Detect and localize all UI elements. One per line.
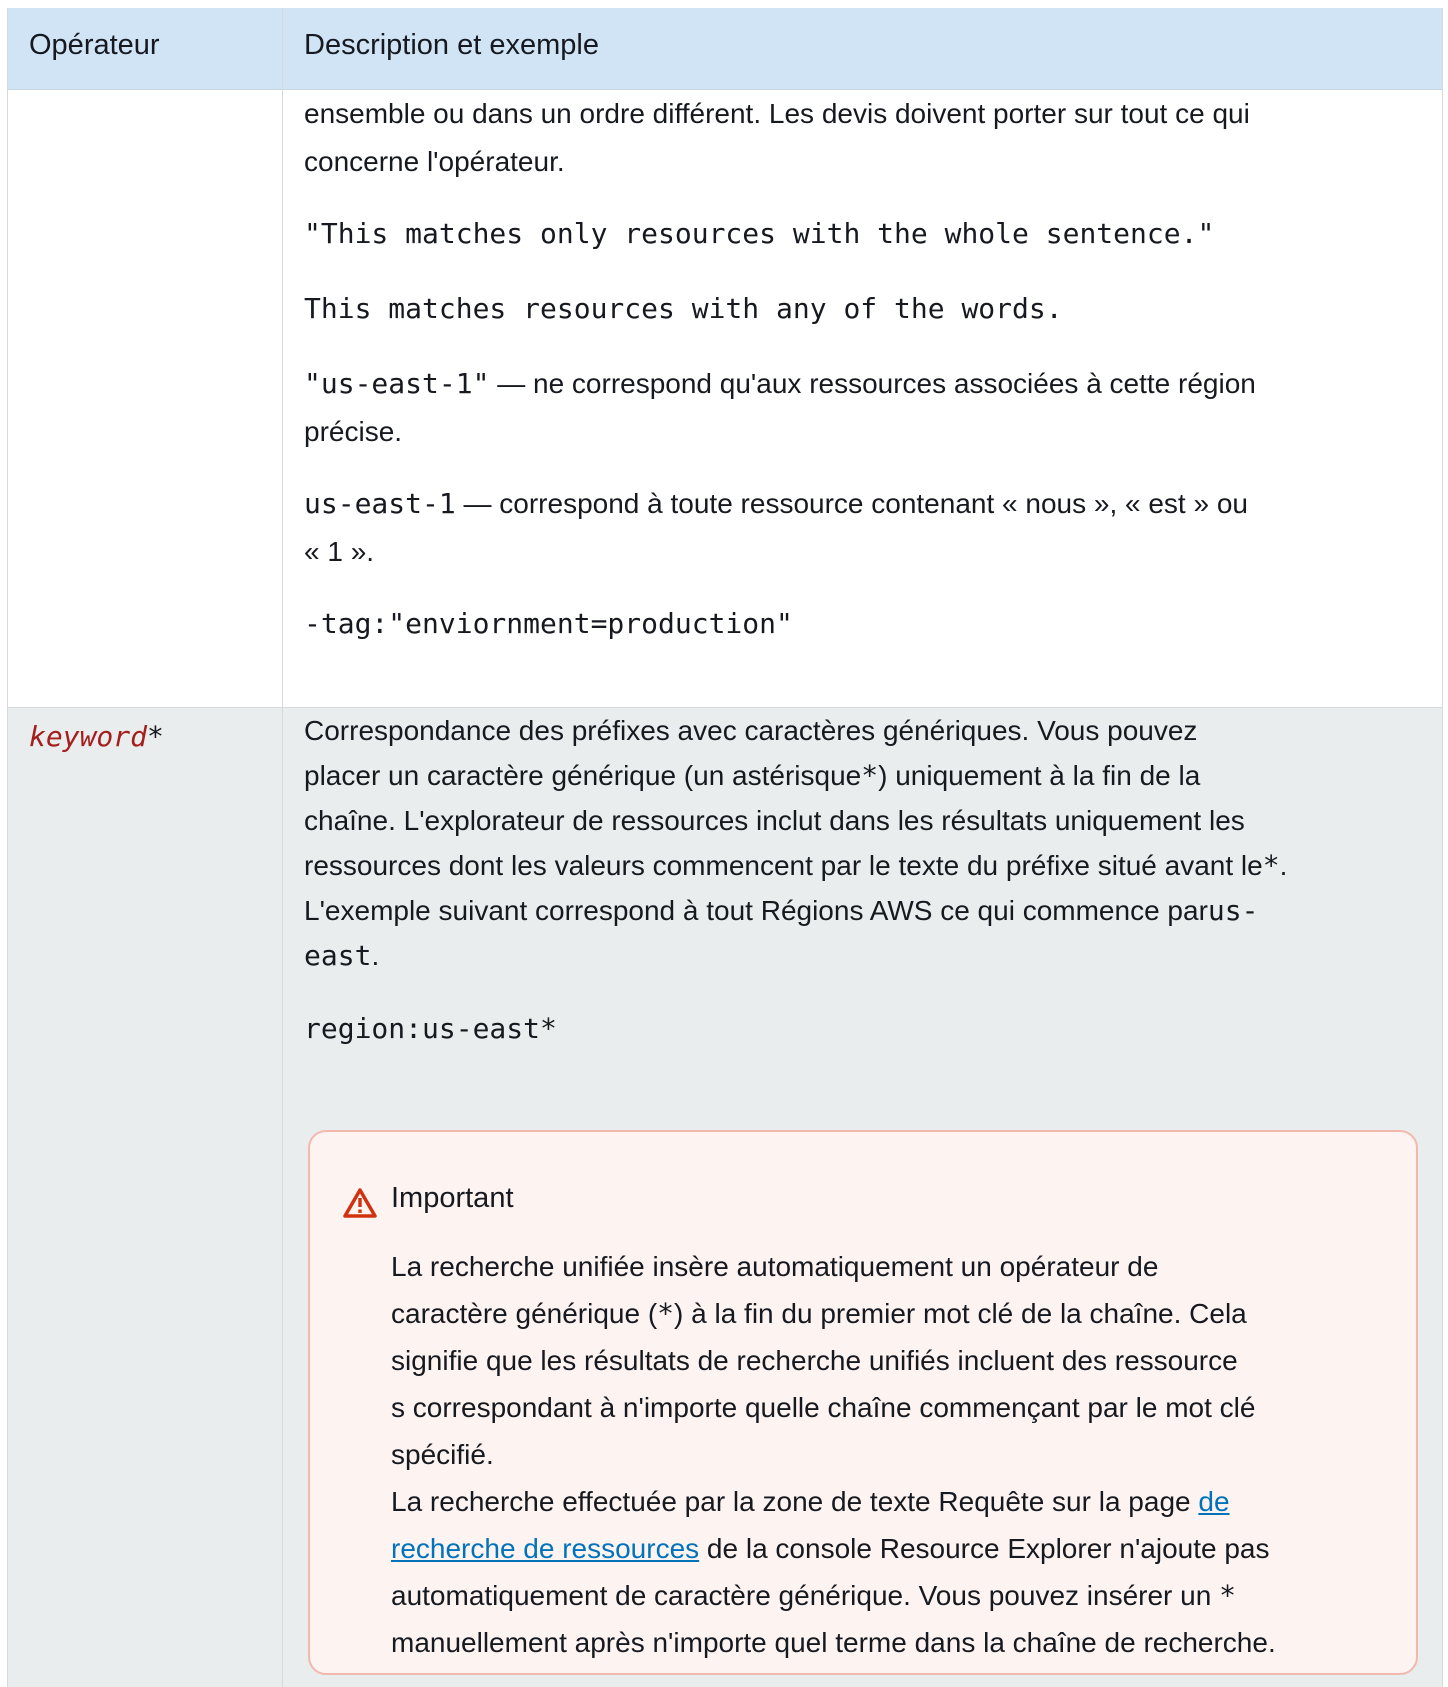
alert-text: spécifié. (391, 1439, 494, 1470)
resource-search-link[interactable]: de (1198, 1486, 1229, 1517)
inline-code: * (657, 1297, 675, 1330)
resource-search-link[interactable]: recherche de ressources (391, 1533, 699, 1564)
desc-text: ressources dont les valeurs commencent p… (304, 850, 1263, 881)
inline-code: us- (1207, 894, 1259, 927)
desc-text: concerne l'opérateur. (304, 146, 565, 177)
alert-text: de la console Resource Explorer n'ajoute… (699, 1533, 1270, 1564)
desc-text: — correspond à toute ressource contenant… (455, 488, 1248, 519)
alert-text: caractère générique ( (391, 1298, 658, 1329)
desc-text: Correspondance des préfixes avec caractè… (304, 715, 1198, 746)
alert-text: La recherche effectuée par la zone de te… (391, 1486, 1199, 1517)
keyword-text: keyword (29, 720, 148, 753)
alert-title: Important (391, 1182, 514, 1214)
example-code: This matches resources with any of the w… (304, 292, 1063, 325)
desc-text: « 1 ». (304, 536, 375, 567)
alert-text: signifie que les résultats de recherche … (391, 1345, 1238, 1376)
desc-text: ensemble ou dans un ordre différent. Les… (304, 98, 1250, 129)
alert-text: automatiquement de caractère générique. … (391, 1580, 1220, 1611)
table-header: Opérateur Description et exemple (8, 8, 1442, 90)
table-row-wildcard: keyword* Correspondance des préfixes ave… (8, 708, 1442, 1687)
inline-code: "us-east-1" (304, 367, 490, 400)
alert-text: s correspondant à n'importe quelle chaîn… (391, 1392, 1256, 1423)
inline-code: * (1219, 1579, 1236, 1612)
operators-table: Opérateur Description et exemple ensembl… (7, 8, 1443, 1687)
table-row-quotes: ensemble ou dans un ordre différent. Les… (8, 90, 1442, 708)
desc-text: L'exemple suivant correspond à tout Régi… (304, 895, 1208, 926)
desc-text: — ne correspond qu'aux ressources associ… (489, 368, 1256, 399)
desc-text: . (371, 940, 380, 971)
operator-keyword: keyword* (29, 720, 164, 753)
keyword-star: * (147, 720, 164, 753)
alert-body: La recherche unifiée insère automatiquem… (391, 1243, 1391, 1666)
alert-text: ) à la fin du premier mot clé de la chaî… (674, 1298, 1247, 1329)
header-description: Description et exemple (304, 29, 599, 61)
alert-text: La recherche unifiée insère automatiquem… (391, 1251, 1159, 1282)
row-quotes-description: ensemble ou dans un ordre différent. Les… (304, 90, 1419, 648)
desc-text: . (1279, 850, 1288, 881)
alert-text: manuellement après n'importe quel terme … (391, 1627, 1276, 1658)
inline-code: * (1262, 849, 1280, 882)
example-code: region:us-east* (304, 1012, 557, 1045)
header-operator: Opérateur (29, 29, 160, 61)
example-code: "This matches only resources with the wh… (304, 217, 1215, 250)
inline-code: east (304, 939, 372, 972)
row-wildcard-description: Correspondance des préfixes avec caractè… (304, 671, 1419, 1053)
desc-text: placer un caractère générique (un astéri… (304, 760, 862, 791)
inline-code: us-east-1 (304, 487, 456, 520)
example-code: -tag:"enviornment=production" (304, 607, 793, 640)
desc-text: chaîne. L'explorateur de ressources incl… (304, 805, 1245, 836)
important-alert: Important La recherche unifiée insère au… (308, 1130, 1418, 1675)
column-divider (282, 8, 283, 1687)
desc-text: précise. (304, 416, 403, 447)
inline-code: * (861, 759, 879, 792)
warning-triangle-icon (343, 1188, 377, 1218)
desc-text: ) uniquement à la fin de la (878, 760, 1201, 791)
